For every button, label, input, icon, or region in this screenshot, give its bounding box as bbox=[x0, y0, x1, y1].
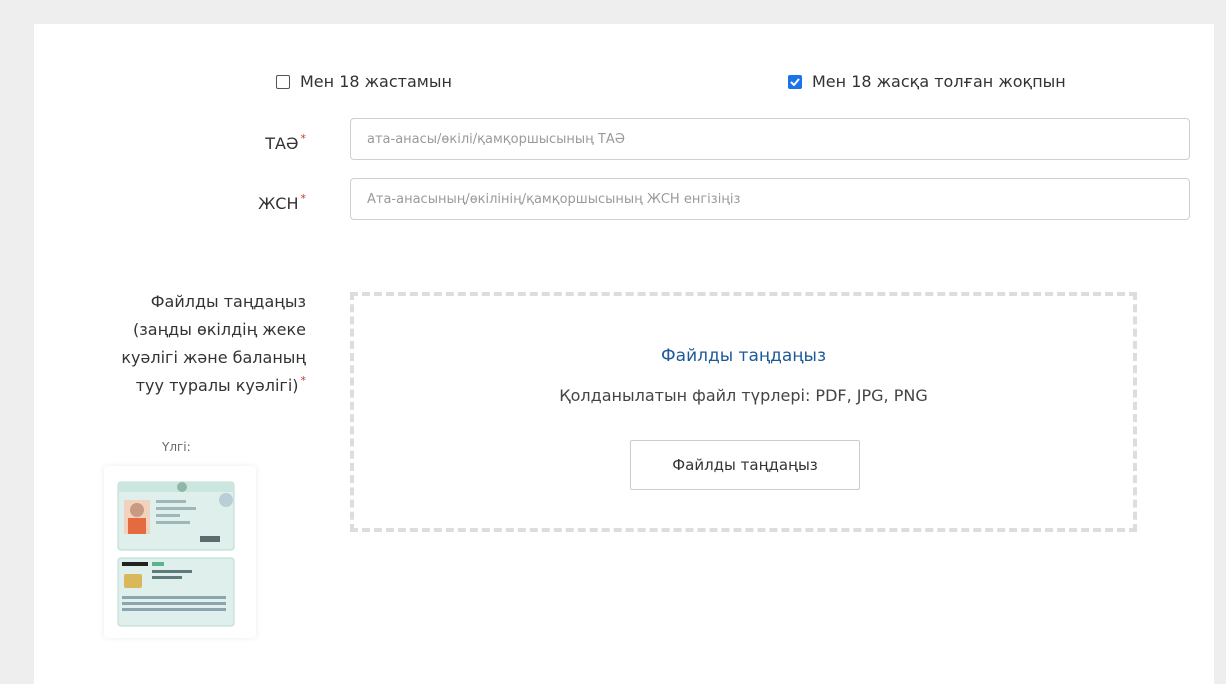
iin-label-wrap: ЖСН * bbox=[200, 192, 307, 213]
file-label-line: куәлігі және баланың bbox=[121, 348, 306, 367]
choose-file-button[interactable]: Файлды таңдаңыз bbox=[630, 440, 860, 490]
adult-checkbox[interactable] bbox=[276, 74, 290, 89]
file-label-line-last: туу туралы куәлігі) * bbox=[60, 372, 306, 402]
minor-checkbox-option[interactable]: Мен 18 жасқа толған жоқпын bbox=[788, 72, 1066, 91]
file-label-line: (заңды өкілдің жеке bbox=[133, 320, 306, 339]
sample-label: Үлгі: bbox=[162, 440, 191, 454]
sample-id-card-image bbox=[104, 466, 256, 638]
allowed-file-types: Қолданылатын файл түрлері: PDF, JPG, PNG bbox=[559, 386, 928, 405]
minor-checkbox-label: Мен 18 жасқа толған жоқпын bbox=[812, 72, 1066, 91]
file-label-line: Файлды таңдаңыз bbox=[150, 292, 306, 311]
iin-input[interactable] bbox=[350, 178, 1190, 220]
adult-checkbox-label: Мен 18 жастамын bbox=[300, 72, 452, 91]
required-star: * bbox=[300, 374, 307, 387]
file-label-line-text: туу туралы куәлігі) bbox=[135, 376, 299, 395]
iin-label: ЖСН bbox=[258, 194, 299, 213]
checkmark-icon bbox=[790, 77, 800, 86]
dropzone-title: Файлды таңдаңыз bbox=[661, 346, 826, 366]
required-star: * bbox=[300, 132, 307, 145]
adult-checkbox-option[interactable]: Мен 18 жастамын bbox=[276, 72, 452, 91]
fullname-label: ТАӘ bbox=[265, 134, 299, 153]
file-dropzone[interactable]: Файлды таңдаңыз Қолданылатын файл түрлер… bbox=[350, 292, 1137, 532]
id-card-illustration bbox=[117, 481, 235, 627]
fullname-label-wrap: ТАӘ * bbox=[200, 132, 307, 153]
file-label: Файлды таңдаңыз (заңды өкілдің жеке куәл… bbox=[60, 288, 306, 402]
minor-checkbox[interactable] bbox=[788, 74, 802, 89]
fullname-input[interactable] bbox=[350, 118, 1190, 160]
required-star: * bbox=[300, 192, 307, 205]
